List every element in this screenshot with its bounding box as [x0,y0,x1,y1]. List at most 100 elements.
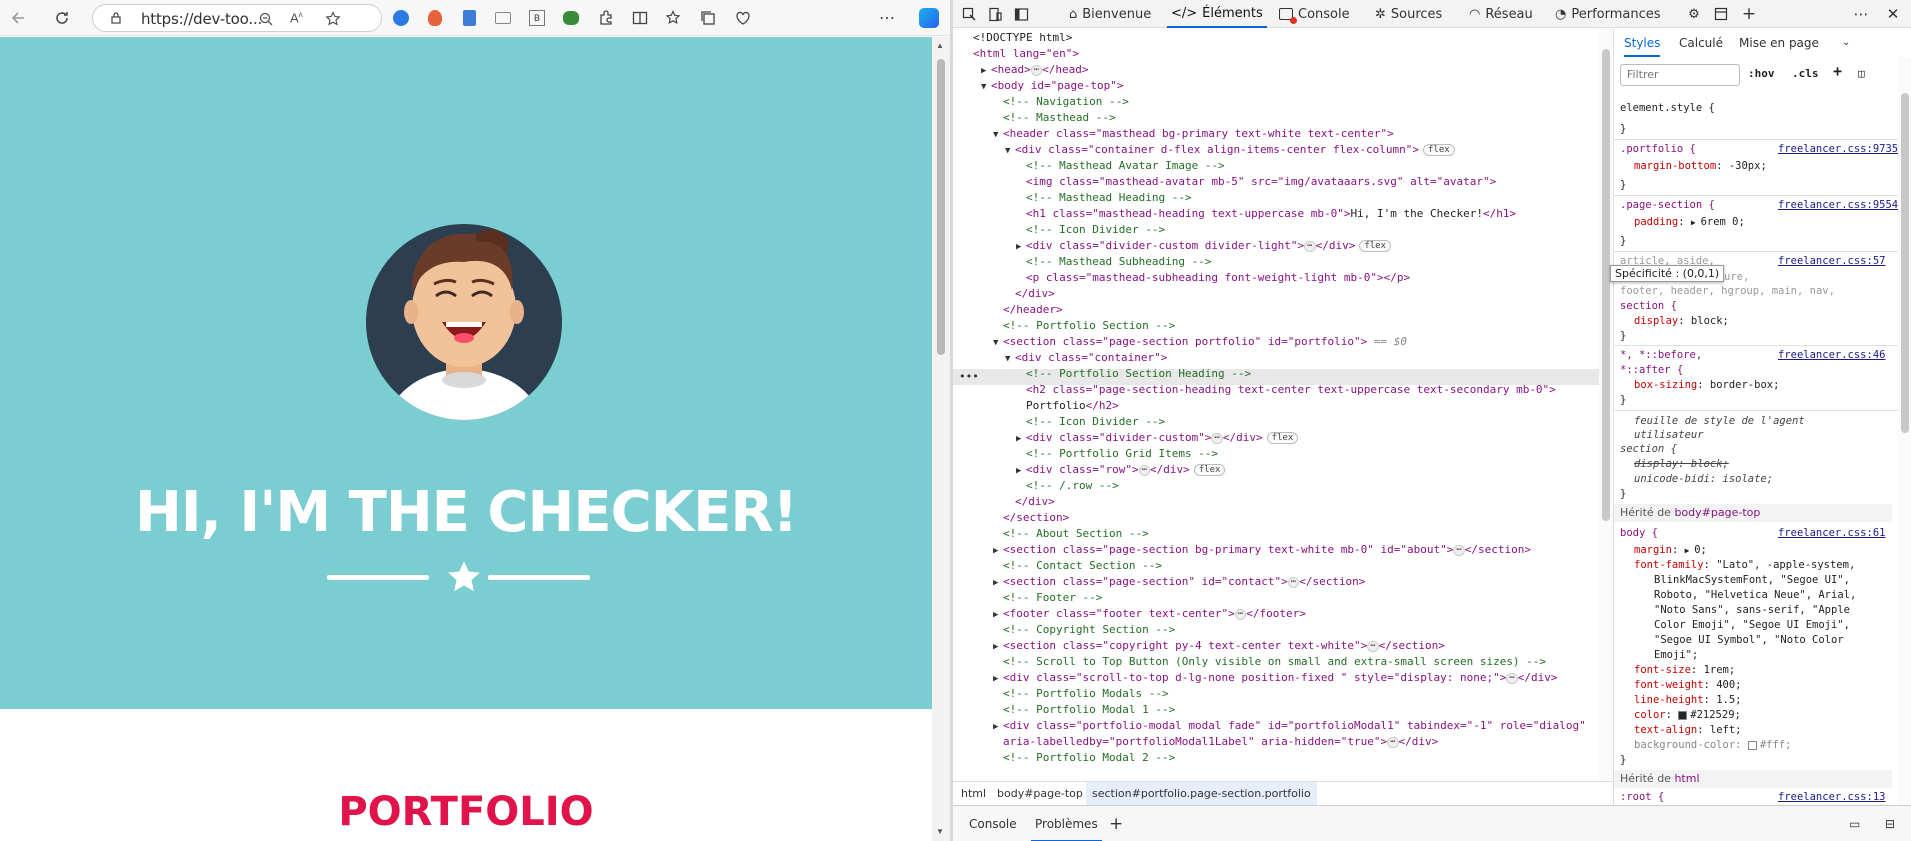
declaration[interactable]: line-height: 1.5; [1634,693,1742,707]
dom-comment[interactable]: <!-- Portfolio Section --> [1003,318,1175,334]
rule-universal[interactable]: *, *::before, [1620,348,1702,362]
elements-scrollbar[interactable] [1599,29,1613,781]
declaration[interactable]: unicode-bidi: isolate; [1634,472,1773,486]
dom-line[interactable]: <h1 class="masthead-heading text-upperca… [1026,206,1516,222]
dom-comment[interactable]: <!-- Masthead --> [1003,110,1116,126]
dom-line[interactable]: </section> [1003,510,1069,526]
dock-icon[interactable]: ▭ [1849,806,1860,841]
dom-comment[interactable]: <!-- Portfolio Modal 1 --> [1003,702,1175,718]
declaration[interactable]: padding: ▶ 6rem 0; [1634,215,1745,229]
hov-toggle[interactable]: :hov [1748,67,1775,80]
styles-filter-input[interactable]: Filtrer [1620,64,1740,86]
collapse-triangle-icon[interactable]: ▼ [1005,143,1015,159]
rule-body[interactable]: body { [1620,526,1658,540]
scroll-up-icon[interactable]: ▲ [936,41,944,50]
dom-line[interactable]: </header> [1003,302,1063,318]
flex-badge[interactable]: flex [1359,240,1392,252]
dom-line[interactable]: <img class="masthead-avatar mb-5" src="i… [1026,174,1496,190]
add-tab-icon[interactable]: + [1739,4,1759,24]
tab-styles[interactable]: Styles [1624,29,1661,57]
dom-line[interactable]: ▼ <div class="container d-flex align-item… [1005,142,1455,158]
styles-scrollbar-thumb[interactable] [1901,93,1909,433]
expand-triangle-icon[interactable]: ▶ [1016,431,1026,447]
flex-badge[interactable]: flex [1193,464,1226,476]
more-options-icon[interactable]: ⋯ [1851,4,1871,24]
flex-badge[interactable]: flex [1422,144,1455,156]
breadcrumb-section[interactable]: section#portfolio.page-section.portfolio [1086,782,1317,805]
dom-comment[interactable]: <!-- Portfolio Modal 2 --> [1003,750,1175,766]
expand-triangle-icon[interactable]: ▶ [993,671,1003,687]
dom-comment[interactable]: <!-- Navigation --> [1003,94,1129,110]
rule-root[interactable]: :root { [1620,790,1664,804]
dom-line[interactable]: ▶ <div class="divider-custom"> ⋯ </div> flex [1016,430,1299,447]
styles-scrollbar[interactable] [1898,57,1911,805]
dom-line[interactable]: </div> [1015,494,1055,510]
tab-reseau[interactable]: ◠ Réseau [1469,0,1533,28]
style-rule-element[interactable]: element.style { [1620,101,1715,115]
declaration[interactable]: font-weight: 400; [1634,678,1742,692]
declaration[interactable]: color: #212529; [1634,708,1741,722]
expand-triangle-icon[interactable]: ▶ [993,575,1003,591]
copilot-icon[interactable] [917,6,941,30]
device-emulation-icon[interactable] [985,4,1005,24]
scroll-down-icon[interactable]: ▼ [936,827,944,836]
dom-line[interactable]: <html lang="en"> [973,46,1079,62]
rule-page-section[interactable]: .page-section { [1620,198,1715,212]
dom-comment[interactable]: <!-- Scroll to Top Button (Only visible … [1003,654,1546,670]
dom-line-selected[interactable]: ▼ <section class="page-section portfolio"… [993,334,1407,350]
cls-toggle[interactable]: .cls [1792,67,1819,80]
collapse-triangle-icon[interactable]: ▼ [993,127,1003,143]
dom-comment[interactable]: <!-- Portfolio Section Heading --> [1026,366,1251,382]
declaration[interactable]: box-sizing: border-box; [1634,378,1779,392]
dom-line[interactable]: ▶ <div class="divider-custom divider-ligh… [1016,238,1392,254]
lock-icon[interactable] [111,12,121,24]
dom-line[interactable]: ▶ <section class="page-section bg-primary… [993,542,1531,558]
page-scrollbar-thumb[interactable] [937,59,945,355]
dom-comment[interactable]: <!-- Masthead Heading --> [1026,190,1192,206]
expand-triangle-icon[interactable]: ▶ [993,543,1003,559]
back-icon[interactable] [6,6,30,30]
drawer-tab-problemes[interactable]: Problèmes [1031,806,1102,841]
extension-icon-5[interactable] [559,6,583,30]
dom-comment[interactable]: <!-- Contact Section --> [1003,558,1162,574]
tab-mise-en-page[interactable]: Mise en page [1739,29,1819,57]
dom-line[interactable]: </div> [1015,286,1055,302]
declaration[interactable]: margin: ▶ 0; [1634,543,1707,557]
favorites-icon[interactable] [662,6,686,30]
new-rule-icon[interactable]: + [1833,62,1842,80]
dom-line[interactable]: <p class="masthead-subheading font-weigh… [1026,270,1410,286]
collapsed-ellipsis[interactable]: ⋯ [1030,64,1043,76]
expand-triangle-icon[interactable]: ▶ [993,607,1003,623]
dom-comment[interactable]: <!-- Copyright Section --> [1003,622,1175,638]
dom-line[interactable]: ▶ <section class="page-section" id="conta… [993,574,1365,590]
tab-calcule[interactable]: Calculé [1679,29,1723,57]
performance-icon[interactable] [731,6,755,30]
declaration[interactable]: font-size: 1rem; [1634,663,1735,677]
color-swatch[interactable] [1678,710,1688,720]
declaration[interactable]: text-align: left; [1634,723,1741,737]
node-options-icon[interactable]: ••• [959,369,979,385]
dom-comment[interactable]: <!-- Portfolio Grid Items --> [1026,446,1218,462]
drawer-tab-console[interactable]: Console [969,806,1017,841]
refresh-icon[interactable] [50,6,74,30]
computed-toggle-icon[interactable]: ◫ [1858,67,1865,80]
chevron-down-icon[interactable]: ⌄ [1842,29,1850,57]
dom-line[interactable]: ▶ <div class="scroll-to-top d-lg-none pos… [993,670,1558,686]
collapse-triangle-icon[interactable]: ▼ [1005,351,1015,367]
declaration-overridden[interactable]: display: block; [1634,457,1729,471]
collapse-triangle-icon[interactable]: ▼ [981,79,991,95]
sidebar-toggle-icon[interactable] [1011,4,1031,24]
extension-icon-3[interactable] [457,6,481,30]
declaration[interactable]: font-family: "Lato", -apple-system, [1634,558,1855,572]
dom-comment[interactable]: <!-- Portfolio Modals --> [1003,686,1169,702]
dom-comment[interactable]: <!-- Icon Divider --> [1026,222,1165,238]
dom-comment[interactable]: <!-- About Section --> [1003,526,1149,542]
collections-icon[interactable] [696,6,720,30]
dom-line[interactable]: ▶ <div class="portfolio-modal modal fade"… [993,718,1586,734]
elements-scrollbar-thumb[interactable] [1602,49,1610,521]
page-scrollbar[interactable]: ▲ ▼ [932,37,950,841]
rule-ua-section[interactable]: section { [1620,442,1677,456]
extension-icon-4[interactable]: B [525,6,549,30]
dom-line[interactable]: ▼ <div class="container"> [1005,350,1167,366]
expand-triangle-icon[interactable]: ▶ [993,719,1003,735]
